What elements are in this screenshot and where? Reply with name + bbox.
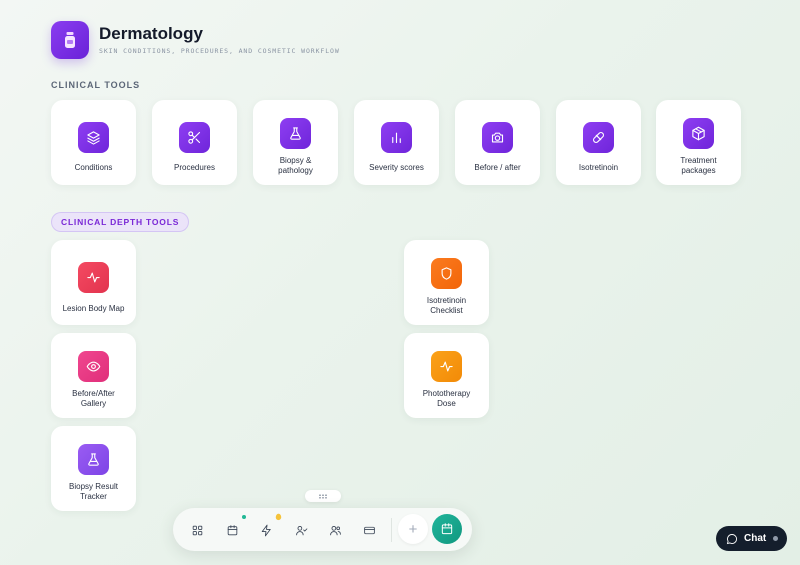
grid-icon — [192, 525, 202, 535]
users-icon — [329, 525, 341, 535]
tool-conditions[interactable]: Conditions — [51, 100, 136, 185]
tool-label: Treatment packages — [680, 156, 717, 175]
depth-tool-lesion-body-map[interactable]: Lesion Body Map — [51, 240, 136, 325]
chat-button[interactable]: Chat — [716, 526, 787, 551]
bolt-icon — [261, 524, 271, 536]
tool-label: Isotretinoin — [578, 163, 619, 172]
dock-card-button[interactable] — [355, 516, 383, 544]
calendar-icon — [441, 523, 453, 535]
tool-before-after[interactable]: Before / after — [455, 100, 540, 185]
scissors-icon — [179, 122, 210, 153]
status-dot — [773, 536, 779, 541]
eye-icon — [78, 351, 109, 382]
tool-label: Before / after — [474, 163, 521, 172]
depth-tool-biopsy-result-tracker[interactable]: Biopsy Result Tracker — [51, 426, 136, 511]
camera-icon — [482, 122, 513, 153]
shield-icon — [431, 258, 462, 289]
flask-icon — [78, 444, 109, 475]
app-icon — [51, 21, 89, 59]
depth-tool-phototherapy-dose[interactable]: Phototherapy Dose — [404, 333, 489, 418]
bottom-dock: + — [173, 508, 472, 551]
chat-label: Chat — [744, 533, 767, 544]
flask-icon — [280, 118, 311, 149]
dock-calendar-button[interactable] — [218, 516, 246, 544]
activity-icon — [431, 351, 462, 382]
dock-users-button[interactable] — [321, 516, 349, 544]
tool-label: Isotretinoin Checklist — [426, 296, 467, 315]
page-title: Dermatology — [99, 24, 203, 43]
bar-chart-icon — [381, 122, 412, 153]
tool-biopsy-pathology[interactable]: Biopsy & pathology — [253, 100, 338, 185]
dock-user-check-button[interactable] — [287, 516, 315, 544]
tool-severity-scores[interactable]: Severity scores — [354, 100, 439, 185]
tool-treatment-packages[interactable]: Treatment packages — [656, 100, 741, 185]
plus-icon: + — [408, 520, 418, 538]
notification-dot — [242, 515, 246, 519]
layers-icon — [78, 122, 109, 153]
dock-grid-button[interactable] — [183, 516, 211, 544]
depth-tool-isotretinoin-checklist[interactable]: Isotretinoin Checklist — [404, 240, 489, 325]
activity-icon — [78, 262, 109, 293]
page-subtitle: SKIN CONDITIONS, PROCEDURES, AND COSMETI… — [99, 47, 340, 55]
dock-add-button[interactable]: + — [398, 514, 428, 544]
calendar-icon — [227, 524, 237, 535]
dock-divider — [391, 518, 392, 542]
tool-label: Severity scores — [369, 163, 424, 172]
chat-bubble-icon — [726, 533, 737, 544]
hand-wave-icon — [275, 513, 282, 521]
user-check-icon — [295, 525, 307, 535]
card-icon — [363, 526, 375, 534]
tool-label: Phototherapy Dose — [422, 389, 471, 408]
dock-drag-handle[interactable] — [305, 490, 341, 502]
bottle-icon — [65, 32, 75, 48]
pill-icon — [583, 122, 614, 153]
depth-tool-before-after-gallery[interactable]: Before/After Gallery — [51, 333, 136, 418]
tool-isotretinoin[interactable]: Isotretinoin — [556, 100, 641, 185]
package-icon — [683, 118, 714, 149]
dock-primary-calendar-button[interactable] — [432, 514, 462, 544]
tool-label: Before/After Gallery — [72, 389, 115, 408]
tool-procedures[interactable]: Procedures — [152, 100, 237, 185]
drag-dots-icon — [319, 493, 327, 499]
clinical-depth-tools-badge: CLINICAL DEPTH TOOLS — [51, 212, 190, 232]
tool-label: Procedures — [174, 163, 215, 172]
tool-label: Biopsy & pathology — [278, 156, 313, 175]
tool-label: Biopsy Result Tracker — [69, 482, 118, 501]
clinical-tools-heading: CLINICAL TOOLS — [51, 80, 141, 90]
tool-label: Lesion Body Map — [62, 304, 125, 313]
tool-label: Conditions — [74, 163, 113, 172]
